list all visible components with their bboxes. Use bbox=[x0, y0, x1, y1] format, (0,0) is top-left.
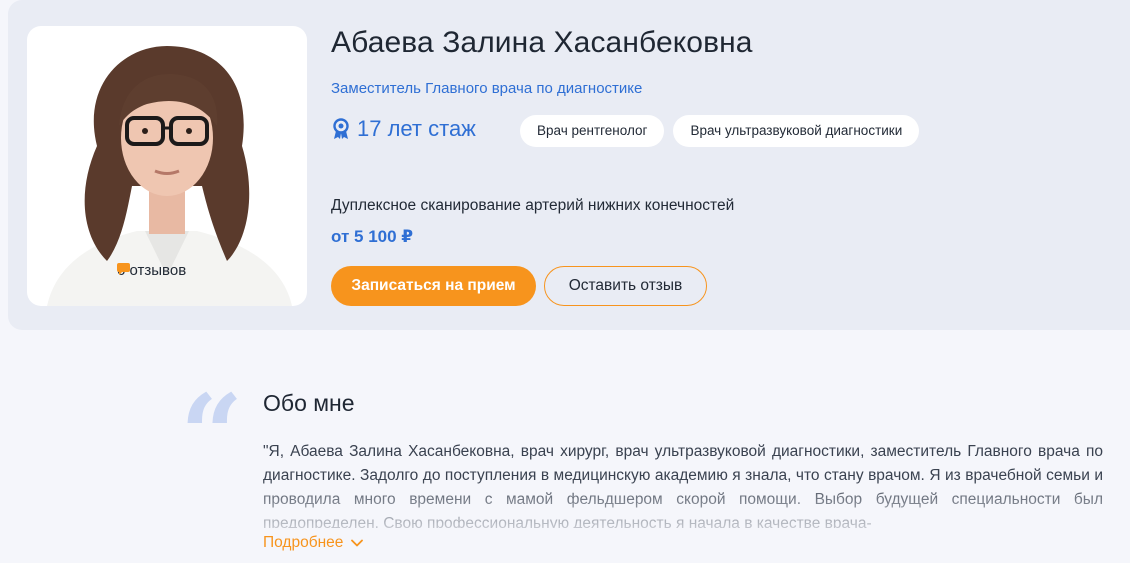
quote-icon: “ bbox=[180, 370, 244, 499]
about-text-container: "Я, Абаева Залина Хасанбековна, врач хир… bbox=[263, 440, 1103, 528]
chevron-down-icon bbox=[351, 539, 364, 547]
doctor-name: Абаева Залина Хасанбековна bbox=[331, 26, 753, 59]
leave-review-button[interactable]: Оставить отзыв bbox=[544, 266, 707, 306]
read-more-link[interactable]: Подробнее bbox=[263, 534, 364, 552]
about-text: "Я, Абаева Залина Хасанбековна, врач хир… bbox=[263, 443, 1103, 528]
award-medal-icon bbox=[333, 118, 349, 139]
doctor-position[interactable]: Заместитель Главного врача по диагностик… bbox=[331, 80, 642, 97]
specialty-tag[interactable]: Врач ультразвуковой диагностики bbox=[673, 115, 920, 147]
service-price: от 5 100 ₽ bbox=[331, 227, 414, 246]
speech-bubble-icon bbox=[117, 263, 130, 275]
read-more-label: Подробнее bbox=[263, 534, 344, 551]
specialty-tags: Врач рентгенолог Врач ультразвуковой диа… bbox=[520, 115, 920, 147]
service-name: Дуплексное сканирование артерий нижних к… bbox=[331, 197, 735, 214]
doctor-photo: 6 отзывов bbox=[27, 26, 307, 306]
experience-badge: 17 лет стаж bbox=[331, 116, 476, 142]
about-title: Обо мне bbox=[263, 390, 355, 416]
reviews-badge[interactable]: 6 отзывов bbox=[117, 262, 186, 279]
experience-text: 17 лет стаж bbox=[357, 116, 476, 141]
specialty-tag[interactable]: Врач рентгенолог bbox=[520, 115, 665, 147]
book-appointment-button[interactable]: Записаться на прием bbox=[331, 266, 536, 306]
